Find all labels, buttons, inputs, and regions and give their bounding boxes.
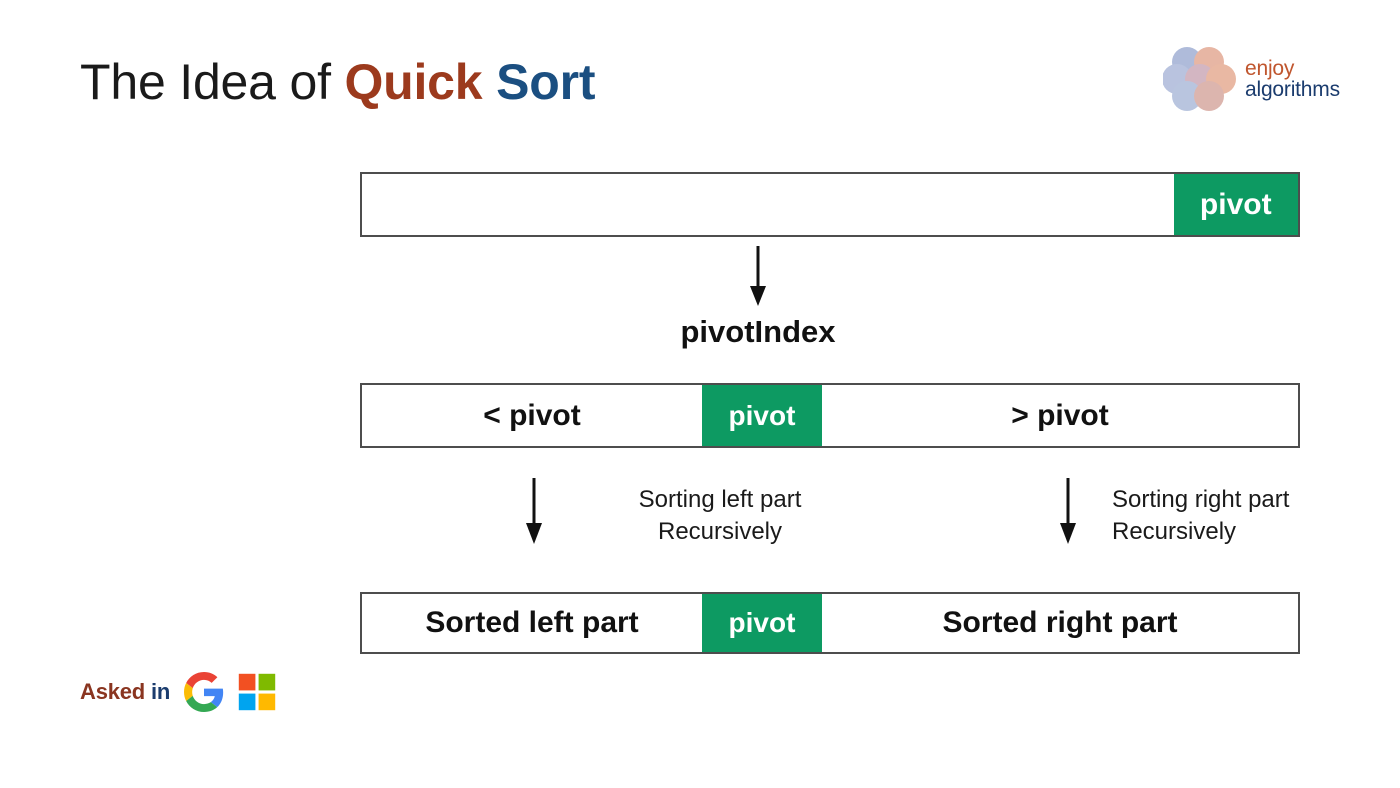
asked-in-footer: Asked in — [80, 672, 276, 712]
pivot-index-label: pivotIndex — [680, 314, 836, 349]
sorted-array-bar: Sorted left part pivot Sorted right part — [360, 592, 1300, 654]
less-than-pivot-region: < pivot — [483, 398, 581, 432]
unsorted-region — [362, 174, 1174, 235]
asked-word: Asked — [80, 679, 146, 704]
left-recursion-line2: Recursively — [657, 518, 783, 545]
asked-in-label: Asked in — [80, 679, 170, 705]
pivot-block: pivot — [702, 594, 822, 652]
title-space — [482, 54, 496, 110]
asked-prep: in — [145, 679, 171, 704]
right-recursion-line1: Sorting right part — [1112, 486, 1290, 513]
microsoft-logo-icon — [238, 673, 276, 711]
brand-line-algorithms: algorithms — [1245, 78, 1340, 101]
left-recursion-note: Sorting left part Recursively — [560, 484, 880, 548]
partitioned-array-bar: < pivot pivot > pivot — [360, 383, 1300, 448]
title-quick: Quick — [344, 54, 483, 110]
page-title: The Idea of Quick Sort — [80, 48, 596, 116]
right-recursion-note: Sorting right part Recursively — [1052, 484, 1372, 548]
sorted-left-part-region: Sorted left part — [425, 606, 639, 639]
sorted-right-part-region: Sorted right part — [942, 606, 1178, 639]
down-arrow-icon — [750, 246, 766, 306]
left-recursion-line1: Sorting left part — [638, 486, 802, 513]
brand-line-enjoy: enjoy — [1245, 56, 1295, 80]
greater-than-pivot-region: > pivot — [1011, 398, 1109, 432]
google-logo-icon — [184, 672, 224, 712]
title-sort: Sort — [496, 54, 596, 110]
brand-logo: enjoy algorithms — [1163, 44, 1340, 114]
pivot-block: pivot — [1173, 174, 1298, 235]
down-arrow-icon — [526, 478, 542, 544]
initial-array-bar: pivot — [360, 172, 1300, 237]
pivot-block: pivot — [702, 385, 822, 446]
brand-text: enjoy algorithms — [1245, 56, 1340, 101]
right-recursion-line2: Recursively — [1112, 518, 1237, 545]
title-prefix: The Idea of — [80, 54, 345, 110]
flower-circles-logo-icon — [1163, 47, 1236, 111]
